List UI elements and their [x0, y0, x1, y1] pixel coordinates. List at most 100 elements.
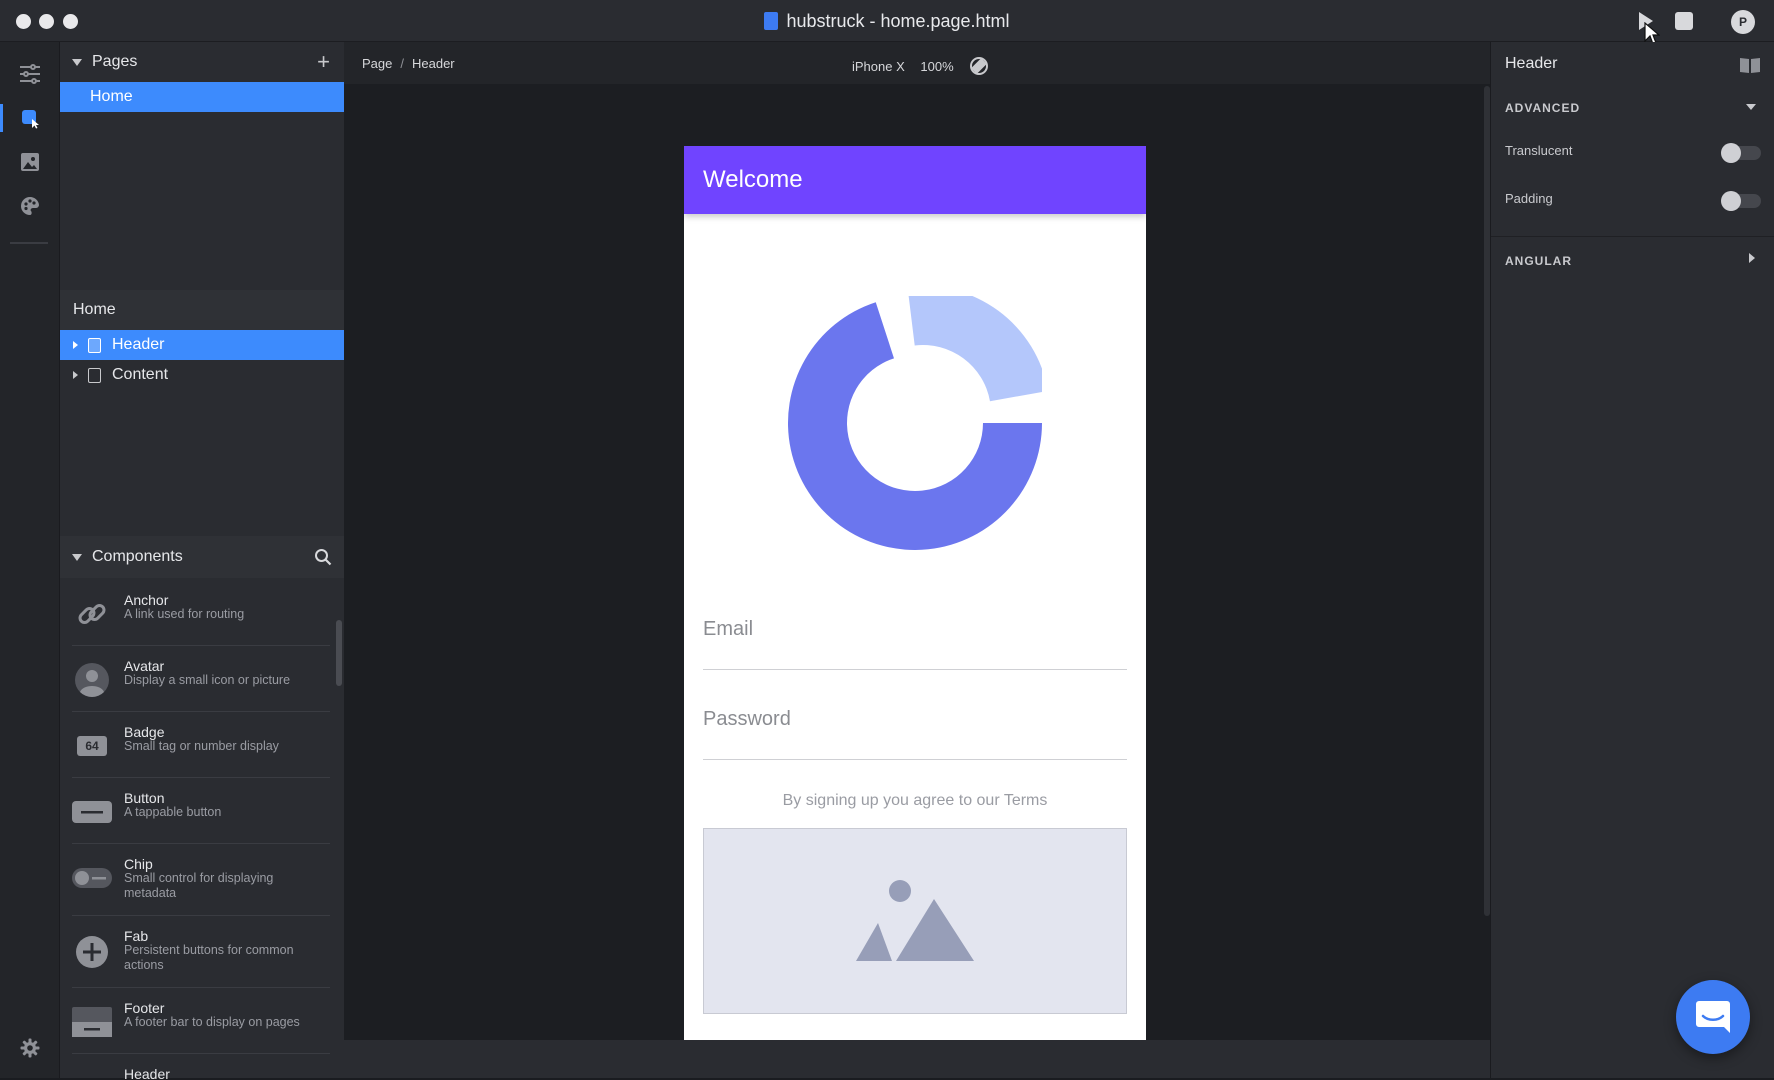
button-icon — [72, 792, 112, 832]
angular-section-label[interactable]: ANGULAR — [1505, 254, 1572, 268]
tree-heading: Home — [60, 290, 344, 330]
rotate-device-icon[interactable] — [969, 56, 989, 76]
advanced-section-label[interactable]: ADVANCED — [1505, 101, 1580, 115]
fab-icon — [72, 932, 112, 972]
badge-icon: 64 — [72, 726, 112, 766]
breadcrumb-page[interactable]: Page — [362, 56, 392, 71]
component-fab[interactable]: Fab Persistent buttons for common action… — [72, 916, 330, 988]
collapse-caret-icon — [72, 553, 82, 561]
phone-header[interactable]: Welcome — [684, 146, 1146, 214]
left-rail — [0, 42, 60, 1078]
properties-panel: Header ADVANCED Translucent Padding ANGU… — [1490, 42, 1774, 1078]
properties-title: Header — [1505, 55, 1558, 72]
breadcrumb-current[interactable]: Header — [412, 56, 455, 71]
donut-logo — [788, 296, 1042, 550]
component-desc: A footer bar to display on pages — [124, 1015, 300, 1029]
angular-caret-icon[interactable] — [1749, 253, 1755, 263]
component-desc: Small control for displaying metadata — [124, 871, 274, 900]
pages-section-header[interactable]: Pages + — [60, 42, 344, 82]
toggle-knob — [1721, 143, 1741, 163]
pages-list: Home — [60, 82, 344, 288]
theme-rail-button[interactable] — [18, 194, 42, 218]
add-page-button[interactable]: + — [317, 49, 330, 75]
rail-divider — [10, 242, 48, 244]
component-avatar[interactable]: Avatar Display a small icon or picture — [72, 646, 330, 712]
padding-label: Padding — [1505, 191, 1553, 206]
pages-heading: Pages — [92, 53, 138, 70]
layers-rail-button[interactable] — [18, 62, 42, 86]
component-desc: A link used for routing — [124, 607, 245, 621]
collapse-caret-icon — [72, 58, 82, 66]
zoom-level[interactable]: 100% — [920, 59, 953, 74]
page-item-home[interactable]: Home — [60, 82, 344, 112]
terms-text[interactable]: By signing up you agree to our Terms — [684, 792, 1146, 810]
donut-light-segment — [908, 296, 1042, 402]
advanced-caret-icon[interactable] — [1746, 104, 1756, 110]
tree-item-content[interactable]: Content — [60, 360, 344, 390]
chat-support-button[interactable] — [1676, 980, 1750, 1054]
component-name: Anchor — [124, 592, 169, 608]
component-name: Chip — [124, 856, 153, 872]
stop-button[interactable] — [1674, 11, 1694, 36]
avatar-icon — [72, 660, 112, 700]
padding-toggle[interactable] — [1721, 191, 1761, 211]
docs-book-icon[interactable] — [1739, 56, 1761, 74]
translucent-label: Translucent — [1505, 143, 1573, 158]
node-icon — [88, 367, 101, 383]
device-controls: iPhone X 100% — [852, 56, 989, 76]
link-icon — [72, 594, 112, 634]
component-name: Badge — [124, 724, 165, 740]
node-icon — [88, 337, 101, 353]
footer-icon — [72, 1002, 112, 1042]
user-avatar[interactable]: P — [1731, 10, 1755, 34]
password-field[interactable]: Password — [703, 708, 1127, 760]
breadcrumb-separator: / — [400, 56, 404, 71]
settings-rail-button[interactable] — [18, 1036, 42, 1060]
translucent-toggle[interactable] — [1721, 143, 1761, 163]
password-label: Password — [703, 708, 791, 730]
email-field[interactable]: Email — [703, 618, 1127, 670]
design-canvas: Page / Header iPhone X 100% Welcome Email … — [344, 42, 1490, 1078]
media-rail-button[interactable] — [18, 150, 42, 174]
component-name: Fab — [124, 928, 149, 944]
badge-sample: 64 — [77, 736, 107, 756]
component-footer[interactable]: Footer A footer bar to display on pages — [72, 988, 330, 1054]
components-list: Anchor A link used for routing Avatar Di… — [60, 580, 344, 1080]
left-sidebar: Pages + Home Home Header Content Compone… — [60, 42, 344, 1080]
stop-icon — [1675, 12, 1693, 30]
component-name: Footer — [124, 1000, 165, 1016]
components-section-header[interactable]: Components — [60, 536, 344, 578]
image-icon — [21, 153, 39, 171]
expand-caret-icon[interactable] — [73, 371, 78, 379]
tree-item-label: Header — [112, 336, 165, 353]
breadcrumb: Page / Header — [362, 56, 455, 71]
title-bar: hubstruck - home.page.html P — [0, 0, 1774, 45]
component-desc: A tappable button — [124, 805, 222, 819]
component-header[interactable]: Header — [72, 1054, 330, 1080]
pages-rail-button[interactable] — [18, 106, 42, 130]
tree-item-label: Content — [112, 366, 169, 383]
tree-item-header[interactable]: Header — [60, 330, 344, 360]
panel-divider — [1491, 236, 1774, 237]
gear-icon — [20, 1038, 40, 1058]
image-placeholder[interactable] — [703, 828, 1127, 1014]
expand-caret-icon[interactable] — [73, 341, 78, 349]
components-scrollbar[interactable] — [336, 620, 342, 686]
components-heading: Components — [92, 548, 183, 565]
image-placeholder-icon — [856, 880, 974, 961]
component-badge[interactable]: 64 Badge Small tag or number display — [72, 712, 330, 778]
sliders-icon — [20, 64, 40, 84]
window-title: hubstruck - home.page.html — [0, 11, 1774, 32]
component-button[interactable]: Button A tappable button — [72, 778, 330, 844]
phone-header-title: Welcome — [703, 166, 803, 193]
component-chip[interactable]: Chip Small control for displaying metada… — [72, 844, 330, 916]
component-name: Button — [124, 790, 165, 806]
search-icon[interactable] — [314, 548, 332, 566]
chat-icon — [1696, 1001, 1730, 1033]
window-title-text: hubstruck - home.page.html — [786, 11, 1010, 31]
canvas-bottom-bar — [344, 1040, 1490, 1078]
component-desc: Display a small icon or picture — [124, 673, 291, 687]
component-anchor[interactable]: Anchor A link used for routing — [72, 580, 330, 646]
page-item-label: Home — [90, 88, 133, 105]
device-select[interactable]: iPhone X — [852, 59, 905, 74]
